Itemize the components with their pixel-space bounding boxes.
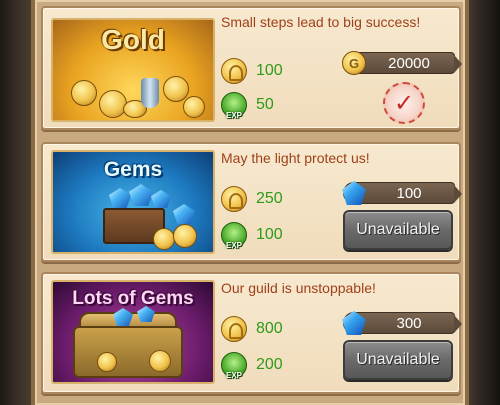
coin-decoration-icon <box>99 90 127 118</box>
reward-exp: EXP 200 <box>221 352 283 380</box>
reward-exp-value: 50 <box>256 96 274 113</box>
gem-decoration-icon <box>173 204 195 224</box>
gem-decoration-icon <box>109 188 131 208</box>
coin-reward-icon <box>221 316 247 342</box>
coin-decoration-icon <box>97 352 117 372</box>
gem-decoration-icon <box>151 190 171 208</box>
reward-coins: 100 <box>221 58 283 84</box>
offer-slogan: Our guild is unstoppable! <box>221 280 376 296</box>
offer-card-gems: Gems May the light protect us! 250 EXP 1… <box>41 142 462 262</box>
reward-exp: EXP 50 <box>221 92 274 120</box>
gold-coin-icon: G <box>342 51 366 75</box>
offer-art-title: Lots of Gems <box>72 288 194 309</box>
reward-coins-value: 800 <box>256 320 283 337</box>
coin-decoration-icon <box>71 80 97 106</box>
offer-slogan: Small steps lead to big success! <box>221 14 421 30</box>
reward-exp-value: 200 <box>256 356 283 373</box>
coin-decoration-icon <box>173 224 197 248</box>
coin-decoration-icon <box>183 96 205 118</box>
reward-exp-value: 100 <box>256 226 283 243</box>
coin-decoration-icon <box>153 228 175 250</box>
price-tag: 300 <box>342 311 462 335</box>
reward-exp: EXP 100 <box>221 222 283 250</box>
reward-coins: 250 <box>221 186 283 212</box>
check-icon: ✓ <box>383 82 425 124</box>
coin-reward-icon <box>221 186 247 212</box>
background-right <box>466 0 500 405</box>
price-tag: 100 <box>342 181 462 205</box>
exp-icon: EXP <box>221 352 247 380</box>
offer-card-lots-of-gems: Lots of Gems Our guild is unstoppable! 8… <box>41 272 462 394</box>
offer-card-gold: Gold Small steps lead to big success! 10… <box>41 6 462 130</box>
reward-coins-value: 100 <box>256 62 283 79</box>
exp-icon: EXP <box>221 92 247 120</box>
offer-slogan: May the light protect us! <box>221 150 370 166</box>
coin-decoration-icon <box>163 76 189 102</box>
exp-icon: EXP <box>221 222 247 250</box>
price-tag: G 20000 <box>342 51 462 75</box>
goblet-icon <box>141 78 159 108</box>
gems-artwork: Gems <box>51 150 215 254</box>
reward-coins: 800 <box>221 316 283 342</box>
coin-reward-icon <box>221 58 247 84</box>
gem-decoration-icon <box>129 184 153 206</box>
background-left <box>0 0 32 405</box>
offer-art-title: Gems <box>103 158 163 181</box>
gold-artwork: Gold <box>51 18 215 122</box>
reward-coins-value: 250 <box>256 190 283 207</box>
lots-of-gems-artwork: Lots of Gems <box>51 280 215 384</box>
coin-decoration-icon <box>149 350 171 372</box>
unavailable-button[interactable]: Unavailable <box>343 340 453 380</box>
offer-art-title: Gold <box>101 24 165 55</box>
unavailable-button[interactable]: Unavailable <box>343 210 453 250</box>
